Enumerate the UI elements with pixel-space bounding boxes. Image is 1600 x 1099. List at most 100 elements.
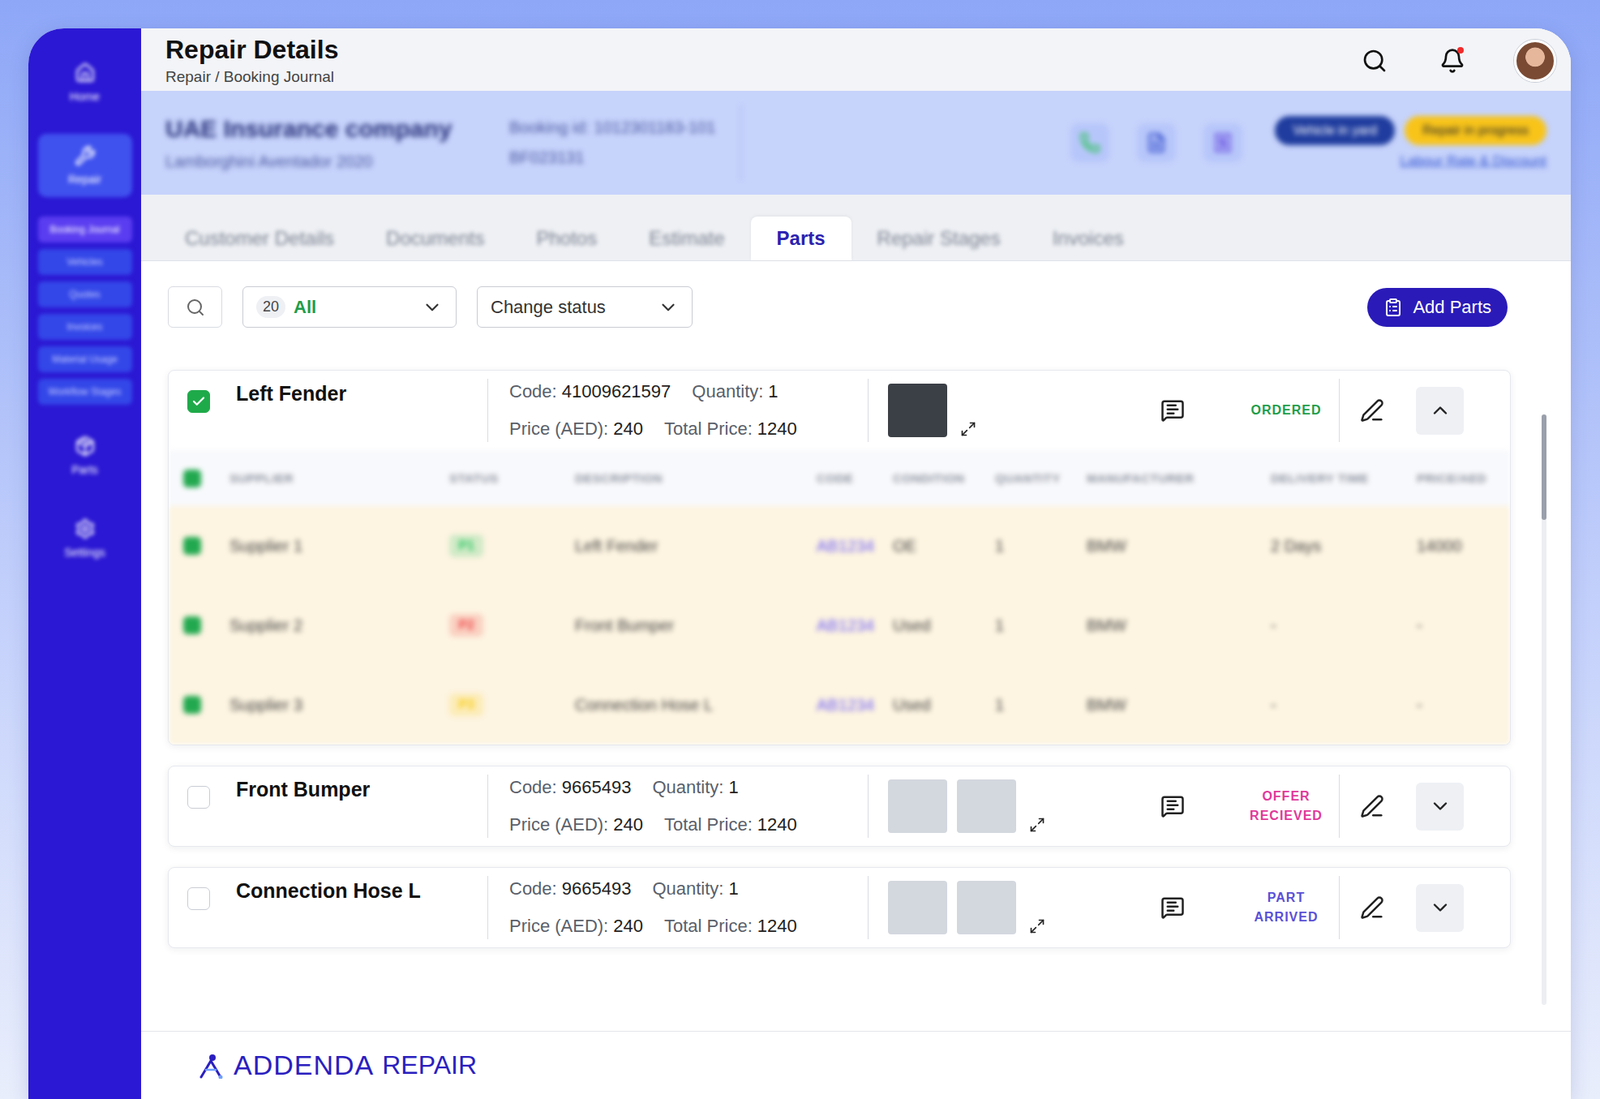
- user-avatar[interactable]: [1514, 39, 1557, 82]
- part-photo[interactable]: [887, 880, 948, 935]
- tab[interactable]: Documents: [360, 216, 511, 261]
- part-photo[interactable]: [887, 779, 948, 833]
- expand-button[interactable]: [1415, 782, 1464, 831]
- tab[interactable]: Invoices: [1026, 216, 1150, 261]
- sidebar-label: Parts: [71, 463, 99, 477]
- whatsapp-button[interactable]: [1070, 123, 1110, 163]
- sidebar-item[interactable]: Settings: [38, 506, 133, 571]
- edit-button[interactable]: [1339, 370, 1405, 451]
- part-status: ORDERED: [1233, 370, 1339, 451]
- tab[interactable]: Estimate: [622, 216, 751, 261]
- description-cell: Connection Hose L: [565, 695, 807, 715]
- search-button[interactable]: [1358, 44, 1391, 78]
- quantity-label: Quantity:: [652, 878, 724, 899]
- clipboard-icon: [1383, 297, 1403, 318]
- code-label: Code:: [509, 776, 558, 798]
- sidebar-subitem[interactable]: Material Usage: [38, 346, 133, 373]
- part-info: Code:9665493Quantity:1Price (AED):240Tot…: [488, 867, 868, 948]
- booking-summary: UAE Insurance companyLamborghini Aventad…: [141, 90, 1571, 195]
- sidebar-item[interactable]: Repair: [38, 133, 133, 198]
- sidebar-label: Home: [69, 90, 100, 103]
- status-select-label: Change status: [490, 296, 606, 318]
- description-cell: Front Bumper: [565, 616, 807, 635]
- status-tag: P1: [449, 534, 484, 558]
- part-price: Price (AED):240: [509, 915, 644, 937]
- comment-button[interactable]: [1111, 370, 1234, 451]
- status-tag: P2: [449, 613, 484, 637]
- part-photo[interactable]: [887, 383, 948, 438]
- tab[interactable]: Photos: [510, 216, 623, 261]
- part-status: PART ARRIVED: [1233, 867, 1339, 948]
- quantity-cell: 1: [985, 695, 1077, 715]
- pencil-icon: [1359, 895, 1385, 920]
- labour-rate-link[interactable]: Labour Rate & Discount: [1400, 153, 1548, 170]
- sidebar: Home Repair Booking Journal Vehicles Quotes I…: [28, 28, 142, 1099]
- invoice-button[interactable]: [1203, 123, 1243, 163]
- expand-photo-button[interactable]: [1029, 816, 1046, 833]
- sidebar-subitem[interactable]: Vehicles: [38, 248, 133, 275]
- expand-button[interactable]: [1415, 386, 1464, 435]
- status-cell: P1: [439, 534, 566, 558]
- tab[interactable]: Customer Details: [158, 216, 361, 261]
- parts-panel: 20AllChange statusAdd PartsLeft FenderCo…: [141, 261, 1571, 1031]
- header-actions: [1358, 39, 1557, 82]
- expand-photo-button[interactable]: [960, 420, 977, 438]
- product-name: REPAIR: [381, 1050, 477, 1081]
- offer-checkbox[interactable]: [183, 536, 202, 555]
- brand-name: ADDENDA: [233, 1049, 374, 1081]
- supplier-cell: Supplier 2: [219, 616, 440, 635]
- tab-bar: Customer DetailsDocumentsPhotosEstimateP…: [141, 194, 1571, 262]
- divider: [1338, 774, 1340, 838]
- price-cell: -: [1406, 695, 1510, 715]
- comment-button[interactable]: [1111, 867, 1234, 948]
- status-cell: P3: [439, 693, 566, 717]
- nav-icon: [74, 145, 96, 167]
- tab[interactable]: Parts: [750, 216, 852, 261]
- scrollbar-thumb[interactable]: [1541, 414, 1547, 520]
- expand-photo-button[interactable]: [1029, 917, 1046, 935]
- offer-row[interactable]: Supplier 1P1Left FenderAB1234OE1BMW2 Day…: [168, 506, 1510, 586]
- notifications-button[interactable]: [1436, 44, 1469, 78]
- tab[interactable]: Repair Stages: [851, 216, 1027, 261]
- comment-icon: [1160, 895, 1185, 920]
- part-summary: Front BumperCode:9665493Quantity:1Price …: [168, 766, 1510, 846]
- edit-button[interactable]: [1339, 766, 1405, 846]
- offer-row[interactable]: Supplier 3P3Connection Hose LAB1234Used1…: [168, 664, 1510, 745]
- part-checkbox[interactable]: [187, 785, 211, 809]
- sidebar-item[interactable]: Parts: [38, 424, 133, 488]
- part-checkbox[interactable]: [187, 390, 211, 413]
- expand-button[interactable]: [1415, 883, 1464, 932]
- sidebar-subitem[interactable]: Workflow Stages: [38, 378, 133, 405]
- booking-band: UAE Insurance companyLamborghini Aventad…: [141, 90, 1571, 195]
- scrollbar[interactable]: [1541, 414, 1547, 1005]
- part-checkbox[interactable]: [187, 887, 211, 910]
- sidebar-subitem[interactable]: Invoices: [38, 313, 133, 340]
- offer-row[interactable]: Supplier 2P2Front BumperAB1234Used1BMW--: [168, 585, 1510, 665]
- filter-select[interactable]: 20All: [242, 286, 457, 328]
- comment-button[interactable]: [1111, 766, 1234, 846]
- supplier-cell: Supplier 3: [219, 695, 440, 715]
- part-info: Code:9665493Quantity:1Price (AED):240Tot…: [488, 766, 868, 846]
- sidebar-subitem[interactable]: Booking Journal: [38, 216, 133, 243]
- document-button[interactable]: [1136, 123, 1176, 163]
- search-field[interactable]: [167, 286, 223, 328]
- chevron-down-icon: [421, 296, 443, 318]
- sidebar-subitem[interactable]: Quotes: [38, 281, 133, 308]
- offer-checkbox[interactable]: [183, 616, 202, 635]
- part-total: Total Price:1240: [664, 915, 798, 937]
- status-select[interactable]: Change status: [476, 286, 693, 328]
- select-all-checkbox[interactable]: [183, 469, 202, 488]
- manufacturer-cell: BMW: [1076, 536, 1262, 556]
- offer-checkbox[interactable]: [183, 695, 202, 714]
- part-photo[interactable]: [956, 779, 1017, 833]
- edit-button[interactable]: [1339, 867, 1405, 948]
- parts-list: Left FenderCode:41009621597Quantity:1Pri…: [167, 369, 1511, 948]
- delivery-cell: -: [1261, 616, 1407, 635]
- price-cell: -: [1406, 616, 1510, 635]
- contact-actions: [1070, 123, 1243, 163]
- part-photo[interactable]: [956, 880, 1017, 935]
- code-label: Code:: [509, 381, 558, 402]
- quantity-label: Quantity:: [691, 381, 764, 402]
- sidebar-item[interactable]: Home: [38, 51, 133, 115]
- add-parts-button[interactable]: Add Parts: [1367, 287, 1508, 327]
